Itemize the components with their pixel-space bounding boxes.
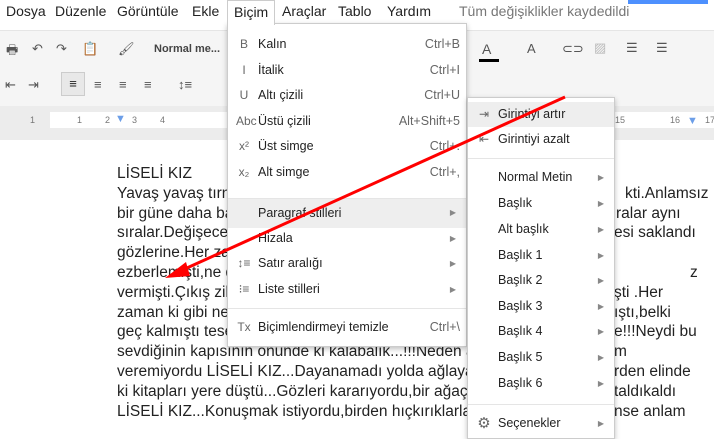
annotation-arrow — [165, 95, 566, 278]
arrow-line — [177, 95, 566, 274]
arrow-head — [165, 262, 190, 278]
